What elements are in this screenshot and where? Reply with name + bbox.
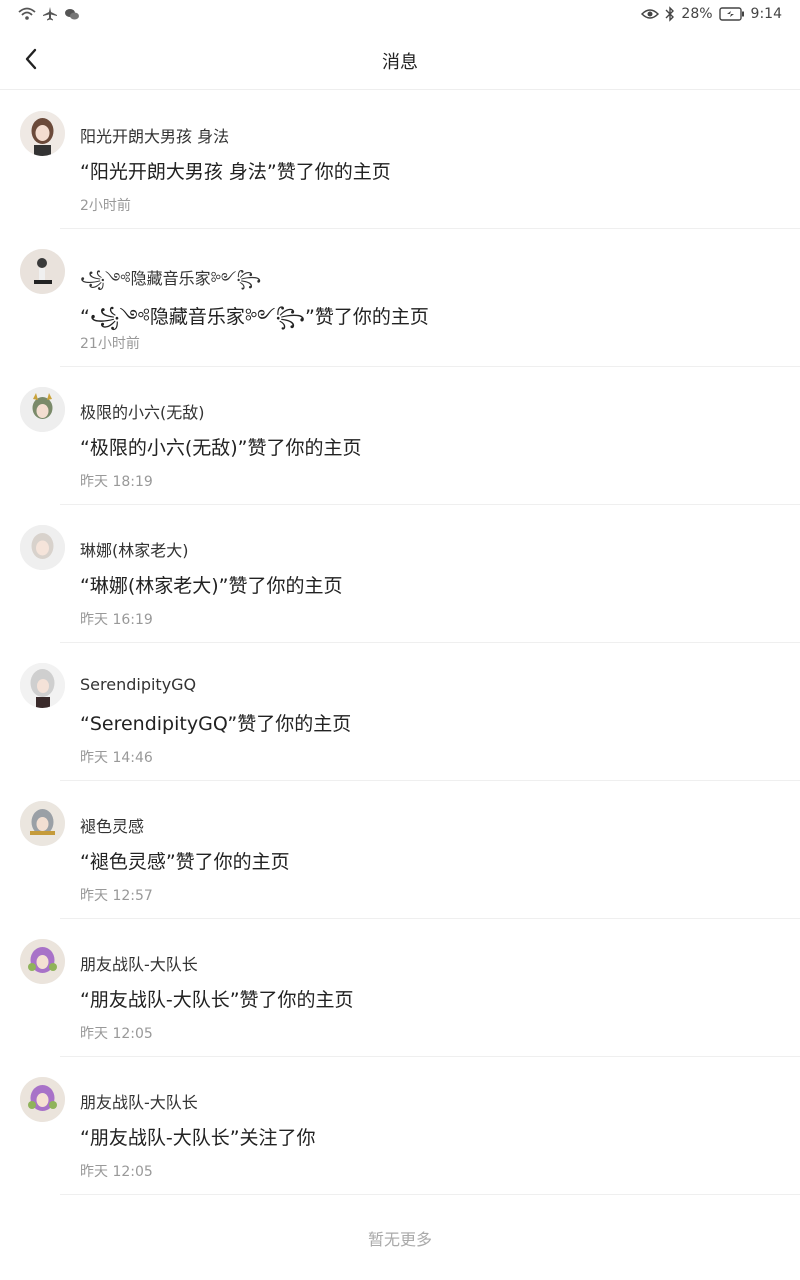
airplane-icon [42,6,58,22]
sender-name: 极限的小六(无敌) [80,403,205,422]
avatar[interactable] [20,111,65,156]
message-item[interactable]: 朋友战队-大队长 “朋友战队-大队长”赞了你的主页 昨天 12:05 [0,919,800,1057]
message-item[interactable]: SerendipityGQ “SerendipityGQ”赞了你的主页 昨天 1… [0,643,800,781]
battery-percent: 28% [681,6,713,22]
page-title: 消息 [382,52,418,73]
message-text: “SerendipityGQ”赞了你的主页 [80,713,352,735]
avatar[interactable] [20,525,65,570]
avatar[interactable] [20,939,65,984]
message-item[interactable]: 朋友战队-大队长 “朋友战队-大队长”关注了你 昨天 12:05 [0,1057,800,1195]
sender-name: 褪色灵感 [80,817,145,836]
message-text: “琳娜(林家老大)”赞了你的主页 [80,575,343,597]
message-item[interactable]: 极限的小六(无敌) “极限的小六(无敌)”赞了你的主页 昨天 18:19 [0,367,800,505]
sender-name: 朋友战队-大队长 [80,1093,198,1112]
clock: 9:14 [750,6,782,22]
message-list: 阳光开朗大男孩 身法 “阳光开朗大男孩 身法”赞了你的主页 2小时前 ꧁༺隐藏音… [0,91,800,1195]
message-time: 昨天 12:05 [80,1164,153,1180]
message-item[interactable]: 琳娜(林家老大) “琳娜(林家老大)”赞了你的主页 昨天 16:19 [0,505,800,643]
avatar[interactable] [20,663,65,708]
no-more-label: 暂无更多 [367,1230,432,1249]
message-time: 2小时前 [80,198,131,214]
divider [60,1194,800,1195]
sender-name: 阳光开朗大男孩 身法 [80,127,230,146]
status-right: 28% 9:14 [641,6,782,22]
wechat-icon [64,6,80,22]
message-item[interactable]: 褪色灵感 “褪色灵感”赞了你的主页 昨天 12:57 [0,781,800,919]
message-time: 昨天 18:19 [80,474,153,490]
sender-name: 琳娜(林家老大) [80,541,189,560]
wifi-icon [18,6,36,22]
avatar[interactable] [20,1077,65,1122]
message-text: “朋友战队-大队长”赞了你的主页 [80,989,354,1011]
avatar[interactable] [20,801,65,846]
message-text: “阳光开朗大男孩 身法”赞了你的主页 [80,161,391,183]
message-time: 昨天 12:57 [80,888,153,904]
sender-name: SerendipityGQ [80,675,197,694]
message-time: 昨天 12:05 [80,1026,153,1042]
eye-icon [641,7,660,21]
message-text: “褪色灵感”赞了你的主页 [80,851,290,873]
battery-icon [718,7,745,21]
avatar[interactable] [20,387,65,432]
avatar[interactable] [20,249,65,294]
status-bar: 28% 9:14 [0,0,800,30]
message-text: “极限的小六(无敌)”赞了你的主页 [80,437,362,459]
status-left [18,6,80,22]
message-time: 21小时前 [80,336,140,352]
message-item[interactable]: ꧁༺隐藏音乐家༻꧂ “꧁༺隐藏音乐家༻꧂”赞了你的主页 21小时前 [0,229,800,367]
sender-name: 朋友战队-大队长 [80,955,198,974]
message-text: “朋友战队-大队长”关注了你 [80,1127,316,1149]
message-time: 昨天 14:46 [80,750,153,766]
message-item[interactable]: 阳光开朗大男孩 身法 “阳光开朗大男孩 身法”赞了你的主页 2小时前 [0,91,800,229]
message-time: 昨天 16:19 [80,612,153,628]
app-bar: 消息 [0,30,800,90]
bluetooth-icon [665,6,675,22]
